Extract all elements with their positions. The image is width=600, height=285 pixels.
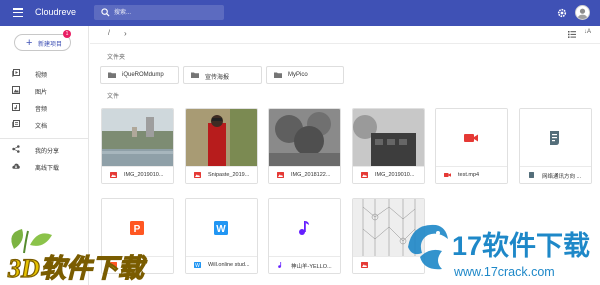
gear-icon[interactable]: [557, 8, 567, 18]
sidebar-item-my-shares[interactable]: 我的分享: [0, 143, 88, 156]
search-box[interactable]: [94, 5, 224, 20]
chevron-right-icon[interactable]: ›: [124, 29, 127, 38]
sidebar-item-documents[interactable]: 文档: [0, 118, 88, 131]
video-file-icon: [444, 173, 451, 177]
search-input[interactable]: [114, 5, 219, 20]
folder-icon: [274, 72, 282, 78]
svg-text:W: W: [216, 224, 226, 235]
document-icon: [12, 120, 20, 128]
watermark-right-title: 17软件下载: [452, 231, 590, 261]
image-file-icon: [361, 172, 368, 178]
download-icon: [12, 163, 20, 169]
file-name: IMG_2019010...: [124, 172, 164, 178]
files-section-label: 文件: [107, 94, 120, 100]
folders-section-label: 文件夹: [107, 55, 126, 61]
file-name: IMG_2019010...: [375, 172, 415, 178]
avatar-image: [577, 8, 588, 19]
svg-text:W: W: [195, 263, 200, 268]
video-library-icon: [12, 69, 20, 77]
image-file-icon: [277, 172, 284, 178]
sidebar-item-offline-download[interactable]: 离线下载: [0, 160, 88, 173]
audio-file-icon: [278, 262, 282, 268]
file-name: Snipaste_2019...: [208, 172, 250, 178]
folder-item[interactable]: MyPico: [266, 66, 344, 84]
file-preview: W: [186, 199, 257, 256]
image-icon: [12, 86, 20, 94]
breadcrumb-root[interactable]: /: [108, 30, 110, 37]
breadcrumb-bar: / › ↓A: [90, 26, 600, 44]
file-name: 网络通讯方向 ...: [542, 174, 582, 180]
image-thumbnail: [186, 109, 257, 166]
app-bar: Cloudreve: [0, 0, 600, 26]
sidebar-item-label: 我的分享: [35, 149, 60, 155]
folder-icon: [108, 72, 116, 78]
file-card[interactable]: test.mp4: [435, 108, 508, 184]
folder-icon: [191, 72, 199, 78]
image-thumbnail: [269, 109, 340, 166]
folder-item[interactable]: 宣传海报: [183, 66, 262, 84]
word-file-icon: W: [214, 221, 228, 235]
document-file-icon: [529, 172, 534, 178]
file-name: Will.online stud...: [208, 262, 250, 268]
sidebar-item-label: 文档: [35, 124, 48, 130]
image-file-icon: [194, 172, 201, 178]
file-preview: [269, 199, 340, 256]
watermark-right-url: www.17crack.com: [453, 265, 555, 279]
file-card[interactable]: IMG_2018122...: [268, 108, 341, 184]
avatar[interactable]: [575, 5, 590, 20]
file-name: IMG_2018122...: [291, 172, 331, 178]
sidebar-item-audio[interactable]: 音频: [0, 101, 88, 114]
file-preview: [520, 109, 591, 166]
new-item-label: 新建项目: [38, 42, 63, 48]
watermark-left-text: 3D软件下载: [7, 254, 148, 283]
folder-name: iQueROMdump: [122, 72, 164, 78]
menu-icon[interactable]: [13, 8, 23, 18]
sidebar-item-label: 视频: [35, 73, 48, 79]
plus-icon: +: [26, 37, 33, 49]
file-card[interactable]: 神山羊-YELLO...: [268, 198, 341, 274]
watermark-3d-logo: 3D软件下载: [6, 229, 148, 284]
image-file-icon: [361, 262, 368, 268]
sidebar-divider: [0, 138, 88, 139]
notification-badge: 1: [63, 30, 71, 38]
image-thumbnail: [353, 109, 424, 166]
app-title: Cloudreve: [35, 7, 77, 17]
music-icon: [12, 103, 20, 111]
file-card[interactable]: W W Will.online stud...: [185, 198, 258, 274]
document-file-icon: [550, 131, 559, 145]
file-card[interactable]: Snipaste_2019...: [185, 108, 258, 184]
sidebar-item-images[interactable]: 图片: [0, 84, 88, 97]
sort-icon[interactable]: ↓A: [584, 29, 591, 35]
file-preview: [436, 109, 507, 166]
file-name: test.mp4: [458, 172, 480, 178]
file-card[interactable]: IMG_2019010...: [101, 108, 174, 184]
file-card[interactable]: IMG_2019010...: [352, 108, 425, 184]
share-icon: [12, 145, 20, 153]
image-thumbnail: [102, 109, 173, 166]
image-file-icon: [110, 172, 117, 178]
word-small-icon: W: [194, 262, 201, 268]
list-view-icon[interactable]: [568, 31, 576, 38]
search-icon: [101, 8, 110, 17]
sidebar-item-label: 离线下载: [35, 166, 60, 172]
sidebar-item-video[interactable]: 视频: [0, 67, 88, 80]
file-card[interactable]: 网络通讯方向 ...: [519, 108, 592, 184]
sidebar-item-label: 图片: [35, 90, 48, 96]
music-note-icon: [299, 221, 309, 235]
folder-name: MyPico: [288, 72, 308, 78]
watermark-17crack-logo: 17软件下载 www.17crack.com: [408, 224, 590, 279]
new-item-button[interactable]: + 新建项目: [14, 34, 71, 51]
folder-name: 宣传海报: [205, 75, 230, 81]
sidebar-item-label: 音频: [35, 107, 48, 113]
folder-item[interactable]: iQueROMdump: [100, 66, 179, 84]
file-name: 神山羊-YELLO...: [291, 264, 332, 270]
video-camera-icon: [464, 134, 478, 142]
